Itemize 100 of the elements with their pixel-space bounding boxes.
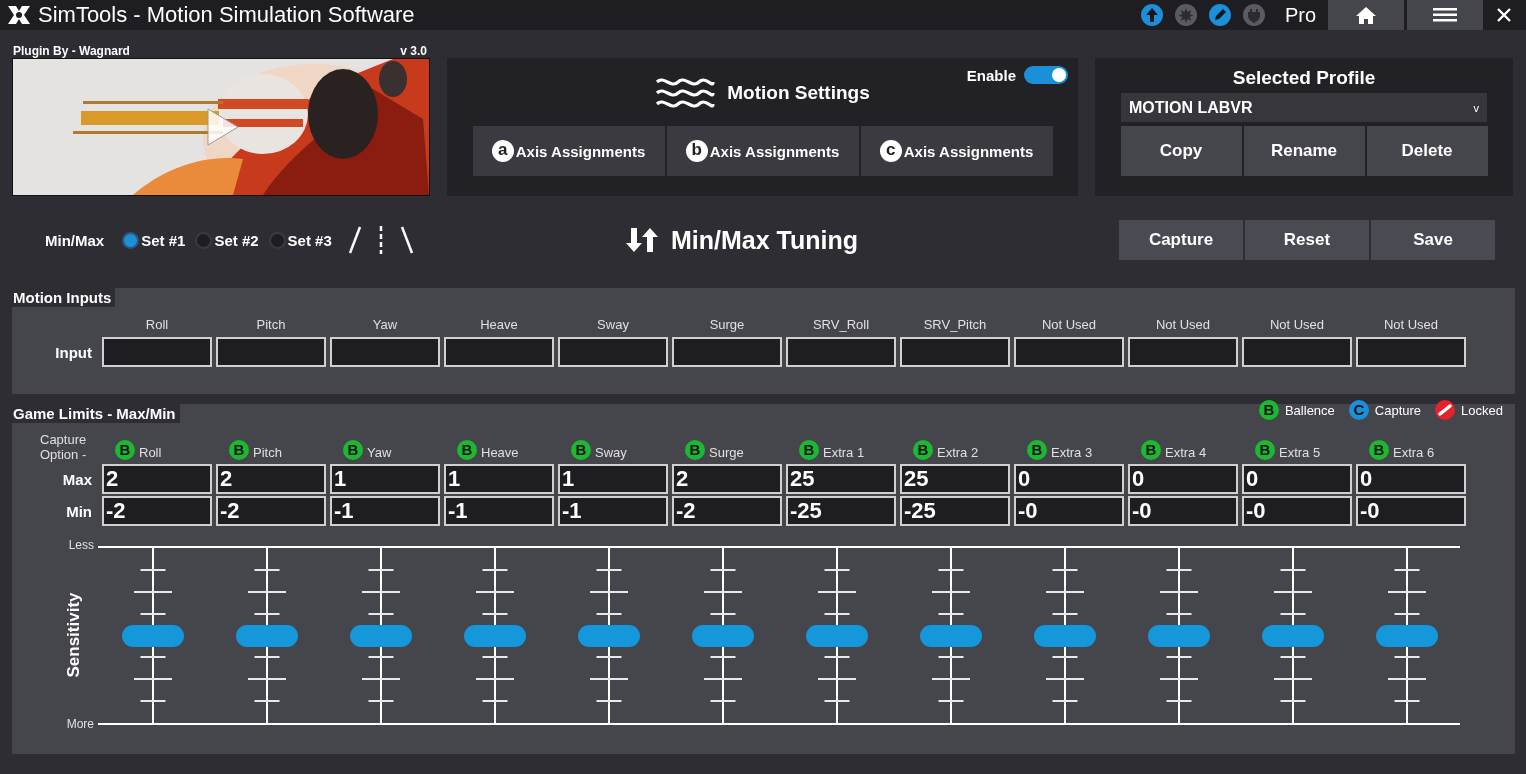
capture-option-badge[interactable]: B (115, 440, 135, 460)
input-field[interactable] (330, 337, 440, 367)
slider-thumb[interactable] (920, 624, 982, 647)
axis-label: Sensitivity (64, 592, 84, 677)
input-field[interactable]: 0 (1242, 464, 1352, 494)
capture-option-badge[interactable]: B (571, 440, 591, 460)
input-field[interactable]: -0 (1128, 496, 1238, 526)
column-header: Extra 3 (1051, 445, 1093, 460)
legend-label: Capture (1374, 402, 1422, 418)
capture-option-badge[interactable]: B (1255, 440, 1275, 460)
legend-badge: B (1258, 400, 1279, 420)
slider-thumb[interactable] (1148, 624, 1210, 647)
menu-button[interactable] (1407, 0, 1483, 30)
capture-option-badge[interactable]: B (799, 440, 819, 460)
tuning-button[interactable]: Capture (1119, 220, 1243, 260)
capture-option-badge[interactable]: B (1369, 440, 1389, 460)
input-field[interactable]: 1 (558, 464, 668, 494)
slider-thumb[interactable] (350, 624, 412, 647)
input-field[interactable] (900, 337, 1010, 367)
column-header: Sway (595, 445, 627, 460)
slider-thumb[interactable] (1376, 624, 1438, 647)
capture-option-badge[interactable]: B (1027, 440, 1047, 460)
input-field[interactable]: -2 (672, 496, 782, 526)
input-field[interactable] (444, 337, 554, 367)
capture-option-badge[interactable]: B (685, 440, 705, 460)
input-field[interactable]: 25 (900, 464, 1010, 494)
input-field[interactable] (1014, 337, 1124, 367)
profile-button[interactable]: Rename (1243, 126, 1365, 176)
profile-button[interactable]: Delete (1366, 126, 1488, 176)
tuning-button[interactable]: Reset (1245, 220, 1369, 260)
input-field[interactable]: -0 (1014, 496, 1124, 526)
capture-option-badge[interactable]: B (457, 440, 477, 460)
slider-thumb[interactable] (1034, 624, 1096, 647)
input-field[interactable]: 2 (216, 464, 326, 494)
radio-label[interactable]: Set #2 (214, 231, 259, 249)
capture-option-badge[interactable]: B (229, 440, 249, 460)
axis-assignments-button[interactable]: c Axis Assignments (860, 126, 1053, 176)
scale-label: Less (68, 538, 94, 552)
upload-icon[interactable] (1140, 4, 1163, 26)
pencil-icon[interactable] (1208, 4, 1231, 26)
enable-toggle[interactable] (1024, 66, 1068, 84)
radio-label[interactable]: Set #1 (141, 231, 186, 249)
input-field[interactable] (1242, 337, 1352, 367)
column-header: Extra 5 (1279, 445, 1321, 460)
slider-thumb[interactable] (1262, 624, 1324, 647)
radio-label[interactable]: Set #3 (287, 231, 332, 249)
slider-thumb[interactable] (578, 624, 640, 647)
slash-icon[interactable] (347, 225, 362, 255)
input-field[interactable]: 25 (786, 464, 896, 494)
column-header: Not Used (1268, 317, 1326, 334)
slider-thumb[interactable] (692, 624, 754, 647)
input-field[interactable]: 2 (102, 464, 212, 494)
input-field[interactable]: -1 (444, 496, 554, 526)
radio-button[interactable] (122, 231, 140, 249)
input-field[interactable]: -1 (330, 496, 440, 526)
input-field[interactable] (102, 337, 212, 367)
input-field[interactable]: 1 (330, 464, 440, 494)
capture-option-badge[interactable]: B (343, 440, 363, 460)
input-field[interactable] (216, 337, 326, 367)
up-down-arrows-icon (625, 226, 659, 254)
input-field[interactable]: -1 (558, 496, 668, 526)
radio-button[interactable] (268, 231, 286, 249)
slider-thumb[interactable] (464, 624, 526, 647)
slider-thumb[interactable] (806, 624, 868, 647)
input-field[interactable] (1128, 337, 1238, 367)
profile-dropdown[interactable]: MOTION LABVR v (1121, 93, 1487, 122)
plug-icon[interactable] (1242, 4, 1265, 26)
backslash-icon[interactable] (399, 225, 414, 255)
input-field[interactable]: 2 (672, 464, 782, 494)
section-title: Min/Max Tuning (671, 225, 858, 255)
input-field[interactable]: -25 (900, 496, 1010, 526)
input-field[interactable]: -2 (216, 496, 326, 526)
column-header: Extra 1 (823, 445, 865, 460)
input-field[interactable]: -0 (1242, 496, 1352, 526)
input-field[interactable] (1356, 337, 1466, 367)
axis-assignments-button[interactable]: b Axis Assignments (666, 126, 859, 176)
input-field[interactable]: 1 (444, 464, 554, 494)
slider-thumb[interactable] (122, 624, 184, 647)
burst-icon[interactable] (1174, 4, 1197, 26)
close-icon (1497, 8, 1511, 22)
input-field[interactable] (672, 337, 782, 367)
slider-thumb[interactable] (236, 624, 298, 647)
input-field[interactable]: 0 (1014, 464, 1124, 494)
input-field[interactable]: 0 (1128, 464, 1238, 494)
row-label: Min (65, 502, 93, 520)
tuning-button[interactable]: Save (1371, 220, 1495, 260)
input-field[interactable]: 0 (1356, 464, 1466, 494)
input-field[interactable]: -2 (102, 496, 212, 526)
input-field[interactable]: -25 (786, 496, 896, 526)
home-button[interactable] (1328, 0, 1404, 30)
input-field[interactable] (558, 337, 668, 367)
capture-option-badge[interactable]: B (913, 440, 933, 460)
radio-button[interactable] (195, 231, 213, 249)
input-field[interactable]: -0 (1356, 496, 1466, 526)
dotted-line-icon[interactable] (377, 225, 384, 255)
capture-option-badge[interactable]: B (1141, 440, 1161, 460)
input-field[interactable] (786, 337, 896, 367)
axis-assignments-button[interactable]: a Axis Assignments (472, 126, 665, 176)
home-icon (1355, 6, 1377, 24)
profile-button[interactable]: Copy (1120, 126, 1242, 176)
